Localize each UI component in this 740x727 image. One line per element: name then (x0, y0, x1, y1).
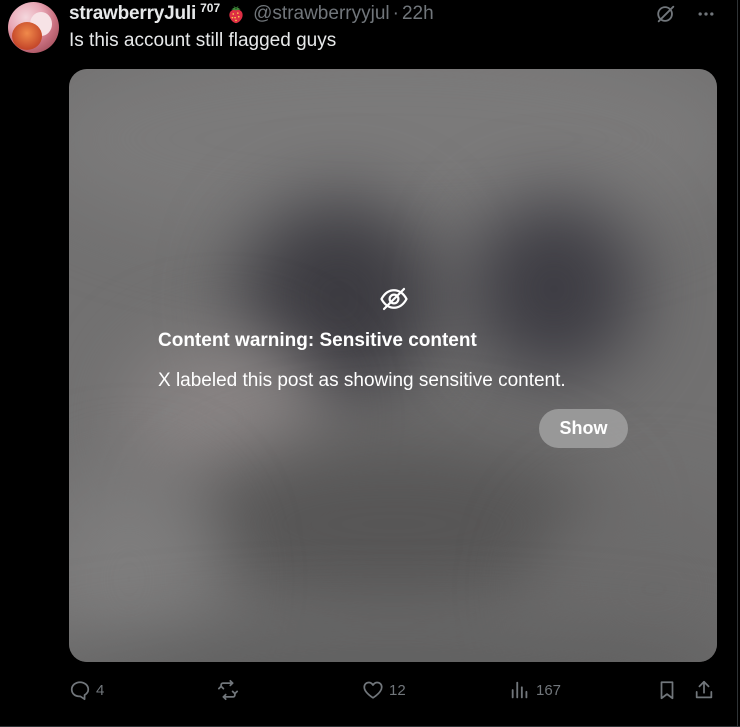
like-button[interactable]: 12 (362, 679, 406, 701)
retweet-icon (217, 679, 239, 701)
post-header: strawberryJuli 707 @strawberryyjul · 22h (69, 1, 434, 26)
show-button[interactable]: Show (539, 409, 628, 448)
reply-count: 4 (96, 681, 105, 699)
display-name[interactable]: strawberryJuli (69, 3, 196, 25)
bookmark-button[interactable] (656, 679, 678, 701)
post-top-actions (654, 2, 718, 26)
eye-slash-icon (379, 284, 409, 314)
content-warning-title: Content warning: Sensitive content (158, 330, 477, 351)
heart-icon (363, 681, 383, 699)
views-count: 167 (536, 681, 562, 699)
content-warning-text: X labeled this post as showing sensitive… (158, 370, 566, 391)
retweet-button[interactable] (216, 679, 245, 701)
bookmark-icon (660, 681, 674, 700)
post[interactable]: strawberryJuli 707 @strawberryyjul · 22h (0, 0, 740, 727)
grok-icon[interactable] (654, 2, 678, 26)
post-time[interactable]: 22h (402, 3, 434, 25)
reply-icon (70, 681, 90, 701)
like-count: 12 (389, 681, 406, 699)
share-icon (695, 680, 713, 699)
post-text: Is this account still flagged guys (69, 30, 337, 51)
more-icon[interactable] (694, 2, 718, 26)
post-actions: 4 12 167 (0, 676, 740, 706)
avatar[interactable] (8, 2, 59, 53)
separator-dot: · (392, 3, 399, 24)
strawberry-emoji-icon (229, 5, 243, 24)
user-handle[interactable]: @strawberryyjul (253, 3, 389, 25)
views-button[interactable]: 167 (509, 679, 561, 701)
share-button[interactable] (693, 679, 715, 701)
views-chart-icon (511, 681, 528, 699)
name-badge-number: 707 (200, 1, 221, 15)
reply-button[interactable]: 4 (69, 679, 104, 701)
divider (737, 0, 738, 727)
sensitive-media[interactable] (69, 69, 717, 662)
